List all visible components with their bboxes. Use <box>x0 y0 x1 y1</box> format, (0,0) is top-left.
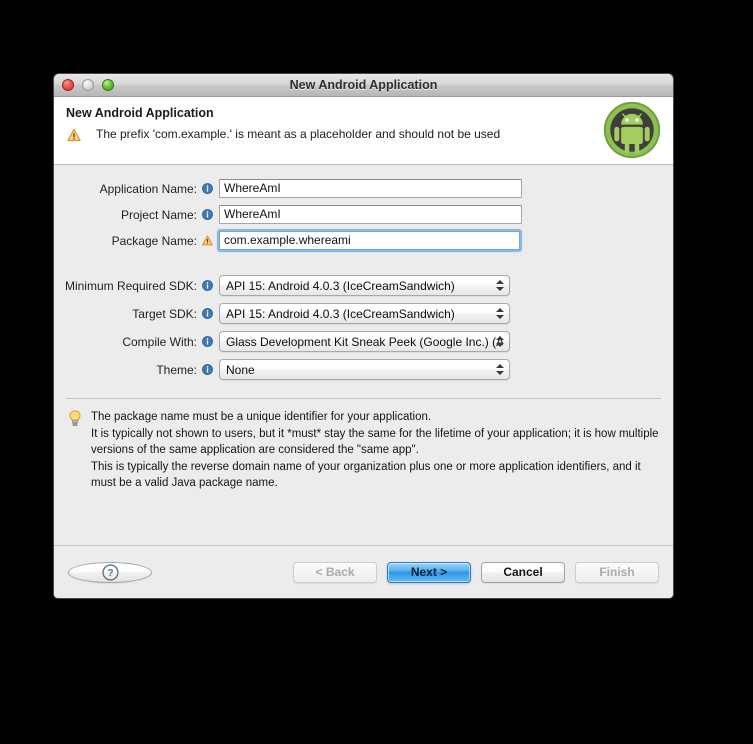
help-button[interactable]: ? <box>68 561 152 583</box>
close-button-icon[interactable] <box>62 79 74 91</box>
question-mark-icon: ? <box>101 563 119 581</box>
theme-label: Theme: <box>156 362 197 377</box>
wizard-header: New Android Application The prefix 'com.… <box>54 97 673 165</box>
field-row-project-name: Project Name: WhereAmI <box>54 203 673 226</box>
warning-icon <box>67 128 81 142</box>
chevron-updown-icon <box>495 304 504 323</box>
info-icon[interactable] <box>202 280 213 291</box>
package-name-input[interactable]: com.example.whereami <box>217 229 522 252</box>
svg-text:?: ? <box>107 568 113 579</box>
finish-button[interactable]: Finish <box>575 561 659 583</box>
new-android-application-window: New Android Application New Android Appl… <box>53 73 674 599</box>
field-row-application-name: Application Name: WhereAmI <box>54 177 673 200</box>
tip-text: The package name must be a unique identi… <box>91 409 659 492</box>
warning-icon[interactable] <box>202 235 213 246</box>
target-sdk-select[interactable]: API 15: Android 4.0.3 (IceCreamSandwich) <box>219 303 510 324</box>
lightbulb-icon <box>69 410 81 426</box>
theme-select[interactable]: None <box>219 359 510 380</box>
tip-area: The package name must be a unique identi… <box>54 399 673 545</box>
page-title: New Android Application <box>66 106 214 120</box>
field-row-package-name: Package Name: com.example.whereami <box>54 229 673 252</box>
target-sdk-value: API 15: Android 4.0.3 (IceCreamSandwich) <box>226 306 455 321</box>
nav-button-group: < Back Next > Cancel Finish <box>293 561 659 583</box>
field-row-minimum-required-sdk: Minimum Required SDK: API 15: Android 4.… <box>54 274 673 297</box>
tip-line-1: The package name must be a unique identi… <box>91 411 432 423</box>
field-row-theme: Theme: None <box>54 358 673 381</box>
minimum-required-sdk-select[interactable]: API 15: Android 4.0.3 (IceCreamSandwich) <box>219 275 510 296</box>
application-name-label: Application Name: <box>99 181 197 196</box>
header-message-row: The prefix 'com.example.' is meant as a … <box>67 127 673 142</box>
info-icon[interactable] <box>202 183 213 194</box>
application-name-input[interactable]: WhereAmI <box>219 179 522 198</box>
compile-with-label: Compile With: <box>122 334 197 349</box>
tip-line-3: This is typically the reverse domain nam… <box>91 460 641 490</box>
tip-line-2: It is typically not shown to users, but … <box>91 427 659 457</box>
info-icon[interactable] <box>202 364 213 375</box>
chevron-updown-icon <box>495 332 504 351</box>
window-title: New Android Application <box>289 78 438 92</box>
package-name-label: Package Name: <box>111 233 197 248</box>
target-sdk-label: Target SDK: <box>132 306 197 321</box>
wizard-button-bar: ? < Back Next > Cancel Finish <box>54 545 673 598</box>
project-name-label: Project Name: <box>120 207 197 222</box>
field-row-compile-with: Compile With: Glass Development Kit Snea… <box>54 330 673 353</box>
info-icon[interactable] <box>202 209 213 220</box>
android-robot-icon <box>603 101 661 159</box>
minimum-required-sdk-value: API 15: Android 4.0.3 (IceCreamSandwich) <box>226 278 455 293</box>
field-row-target-sdk: Target SDK: API 15: Android 4.0.3 (IceCr… <box>54 302 673 325</box>
chevron-updown-icon <box>495 360 504 379</box>
chevron-updown-icon <box>495 276 504 295</box>
theme-value: None <box>226 362 255 377</box>
next-button[interactable]: Next > <box>387 561 471 583</box>
cancel-button[interactable]: Cancel <box>481 561 565 583</box>
traffic-light-group <box>62 79 114 91</box>
project-name-input[interactable]: WhereAmI <box>219 205 522 224</box>
zoom-button-icon[interactable] <box>102 79 114 91</box>
window-titlebar[interactable]: New Android Application <box>54 74 673 97</box>
compile-with-select[interactable]: Glass Development Kit Sneak Peek (Google… <box>219 331 510 352</box>
compile-with-value: Glass Development Kit Sneak Peek (Google… <box>226 334 503 349</box>
back-button[interactable]: < Back <box>293 561 377 583</box>
minimize-button-icon[interactable] <box>82 79 94 91</box>
header-message-text: The prefix 'com.example.' is meant as a … <box>96 127 501 141</box>
info-icon[interactable] <box>202 308 213 319</box>
form-area: Application Name: WhereAmI Project Name:… <box>54 165 673 396</box>
info-icon[interactable] <box>202 336 213 347</box>
minimum-required-sdk-label: Minimum Required SDK: <box>64 278 197 293</box>
